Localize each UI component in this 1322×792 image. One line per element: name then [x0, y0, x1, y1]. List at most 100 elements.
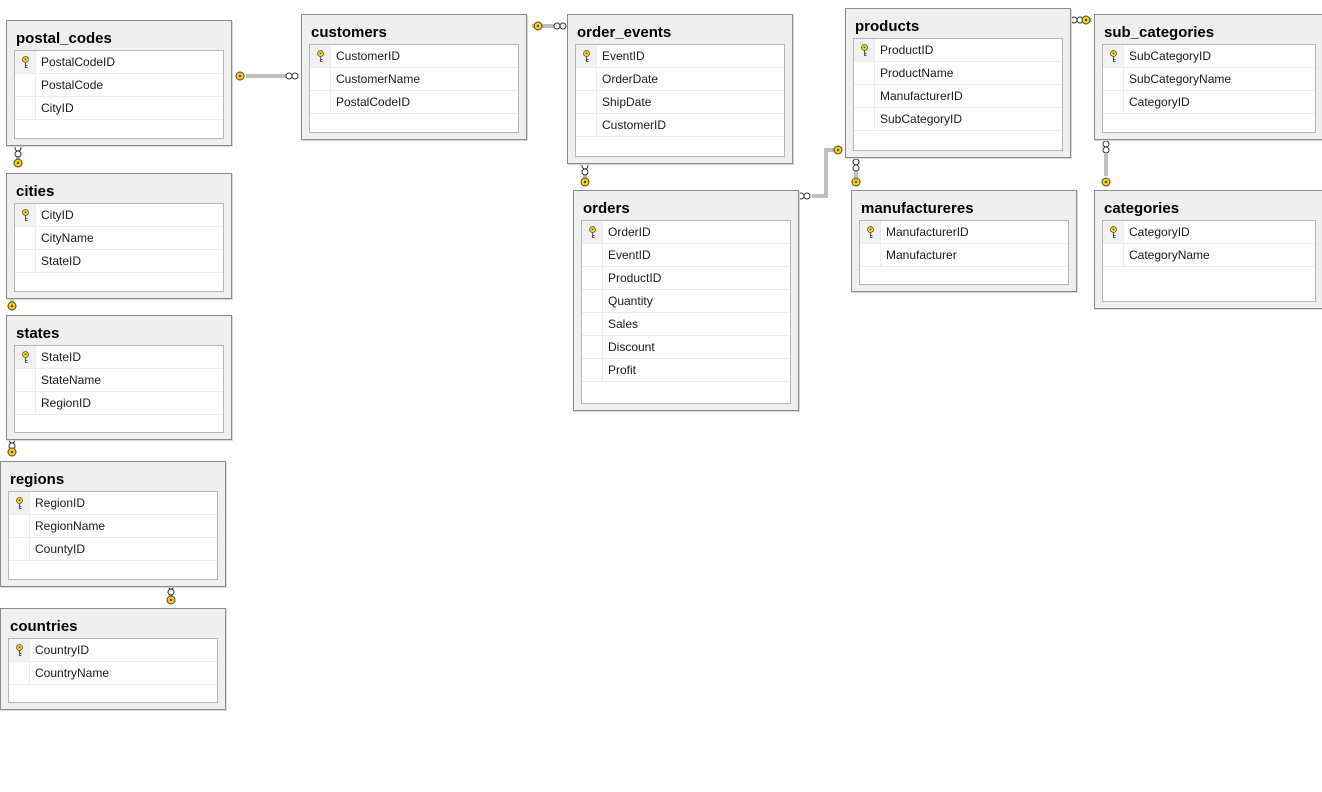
column-row[interactable]: Profit — [582, 359, 790, 382]
key-icon — [860, 221, 881, 243]
primary-key-column[interactable]: StateID — [15, 346, 223, 369]
table-title: order_events — [577, 24, 672, 41]
row-selector — [15, 250, 36, 272]
column-list: OrderID EventID ProductID Quantity Sales Disc… — [581, 220, 791, 404]
key-icon — [235, 71, 245, 81]
table-cities[interactable]: cities CityID CityName StateID — [6, 173, 232, 299]
key-icon — [576, 45, 597, 67]
table-sub-categories[interactable]: sub_categories SubCategoryID SubCategoryNa… — [1094, 14, 1322, 140]
column-row[interactable]: RegionID — [15, 392, 223, 415]
column-row[interactable]: PostalCode — [15, 74, 223, 97]
row-selector — [860, 244, 881, 266]
column-list: ManufacturerID Manufacturer — [859, 220, 1069, 285]
row-selector — [1103, 244, 1124, 266]
column-list: CategoryID CategoryName — [1102, 220, 1316, 302]
table-categories[interactable]: categories CategoryID CategoryName — [1094, 190, 1322, 309]
table-title: sub_categories — [1104, 24, 1215, 41]
primary-key-column[interactable]: PostalCodeID — [15, 51, 223, 74]
key-icon — [15, 51, 36, 73]
primary-key-column[interactable]: SubCategoryID — [1103, 45, 1315, 68]
row-selector — [15, 227, 36, 249]
relationship-order-events-orders[interactable] — [580, 162, 590, 187]
column-name: Profit — [608, 363, 637, 377]
relationship-sub-categories-categories[interactable] — [1101, 140, 1111, 187]
column-row[interactable]: ManufacturerID — [854, 85, 1062, 108]
table-title: states — [16, 325, 60, 342]
column-list: StateID StateName RegionID — [14, 345, 224, 433]
table-customers[interactable]: customers CustomerID CustomerName PostalCod… — [301, 14, 527, 140]
column-name: Sales — [608, 317, 639, 331]
column-row[interactable]: CityID — [15, 97, 223, 120]
column-list: RegionID RegionName CountyID — [8, 491, 218, 580]
column-name: SubCategoryID — [880, 112, 963, 126]
column-row[interactable]: CountryName — [9, 662, 217, 685]
key-icon — [166, 595, 176, 605]
column-name: CustomerName — [336, 72, 421, 86]
infinity-icon — [797, 192, 811, 200]
primary-key-column[interactable]: EventID — [576, 45, 784, 68]
column-row[interactable]: ShipDate — [576, 91, 784, 114]
column-row[interactable]: PostalCodeID — [310, 91, 518, 114]
relationship-orders-products[interactable] — [797, 145, 843, 200]
row-selector — [582, 359, 603, 381]
row-selector — [15, 369, 36, 391]
column-name: PostalCodeID — [336, 95, 411, 109]
column-row[interactable]: Quantity — [582, 290, 790, 313]
key-icon — [15, 204, 36, 226]
relationship-products-manufactureres[interactable] — [851, 158, 861, 187]
relationship-products-sub-categories[interactable] — [1070, 15, 1092, 25]
column-row[interactable]: Manufacturer — [860, 244, 1068, 267]
column-row[interactable]: StateName — [15, 369, 223, 392]
primary-key-column[interactable]: ProductID — [854, 39, 1062, 62]
column-row[interactable]: CustomerName — [310, 68, 518, 91]
diagram-canvas: postal_codes PostalCodeID PostalCode CityID… — [0, 0, 1322, 792]
key-icon — [13, 158, 23, 168]
column-row[interactable]: Sales — [582, 313, 790, 336]
primary-key-column[interactable]: ManufacturerID — [860, 221, 1068, 244]
column-row[interactable]: CategoryName — [1103, 244, 1315, 267]
column-name: Discount — [608, 340, 655, 354]
row-selector — [576, 68, 597, 90]
column-row[interactable]: OrderDate — [576, 68, 784, 91]
column-name: CategoryID — [1129, 95, 1190, 109]
table-title: regions — [10, 471, 65, 488]
column-name: CategoryID — [1129, 225, 1190, 239]
primary-key-column[interactable]: CustomerID — [310, 45, 518, 68]
relationship-customers-order-events[interactable] — [532, 21, 567, 31]
primary-key-column[interactable]: RegionID — [9, 492, 217, 515]
primary-key-column[interactable]: CityID — [15, 204, 223, 227]
primary-key-column[interactable]: CategoryID — [1103, 221, 1315, 244]
column-row[interactable]: EventID — [582, 244, 790, 267]
table-states[interactable]: states StateID StateName RegionID — [6, 315, 232, 440]
relationship-postal-codes-cities[interactable] — [13, 144, 23, 168]
table-order-events[interactable]: order_events EventID OrderDate ShipDate Cust… — [567, 14, 793, 164]
row-selector — [15, 392, 36, 414]
column-row[interactable]: Discount — [582, 336, 790, 359]
table-manufactureres[interactable]: manufactureres ManufacturerID Manufacturer — [851, 190, 1077, 292]
column-name: CustomerID — [336, 49, 401, 63]
table-products[interactable]: products ProductID ProductName Manufacturer… — [845, 8, 1071, 158]
primary-key-column[interactable]: CountryID — [9, 639, 217, 662]
table-orders[interactable]: orders OrderID EventID ProductID Quantity Sal… — [573, 190, 799, 411]
column-row[interactable]: CustomerID — [576, 114, 784, 137]
key-icon — [580, 177, 590, 187]
column-row[interactable]: SubCategoryName — [1103, 68, 1315, 91]
column-row[interactable]: ProductID — [582, 267, 790, 290]
column-name: PostalCode — [41, 78, 104, 92]
column-list: CityID CityName StateID — [14, 203, 224, 292]
column-name: OrderID — [608, 225, 651, 239]
primary-key-column[interactable]: OrderID — [582, 221, 790, 244]
relationship-customers-postal-codes[interactable] — [235, 71, 299, 81]
table-title: categories — [1104, 200, 1180, 217]
column-row[interactable]: CityName — [15, 227, 223, 250]
table-regions[interactable]: regions RegionID RegionName CountyID — [0, 461, 226, 587]
column-row[interactable]: SubCategoryID — [854, 108, 1062, 131]
table-postal-codes[interactable]: postal_codes PostalCodeID PostalCode CityID — [6, 20, 232, 146]
column-row[interactable]: StateID — [15, 250, 223, 273]
column-row[interactable]: ProductName — [854, 62, 1062, 85]
column-row[interactable]: CategoryID — [1103, 91, 1315, 114]
column-row[interactable]: RegionName — [9, 515, 217, 538]
column-name: CountryName — [35, 666, 110, 680]
column-row[interactable]: CountyID — [9, 538, 217, 561]
table-countries[interactable]: countries CountryID CountryName — [0, 608, 226, 710]
